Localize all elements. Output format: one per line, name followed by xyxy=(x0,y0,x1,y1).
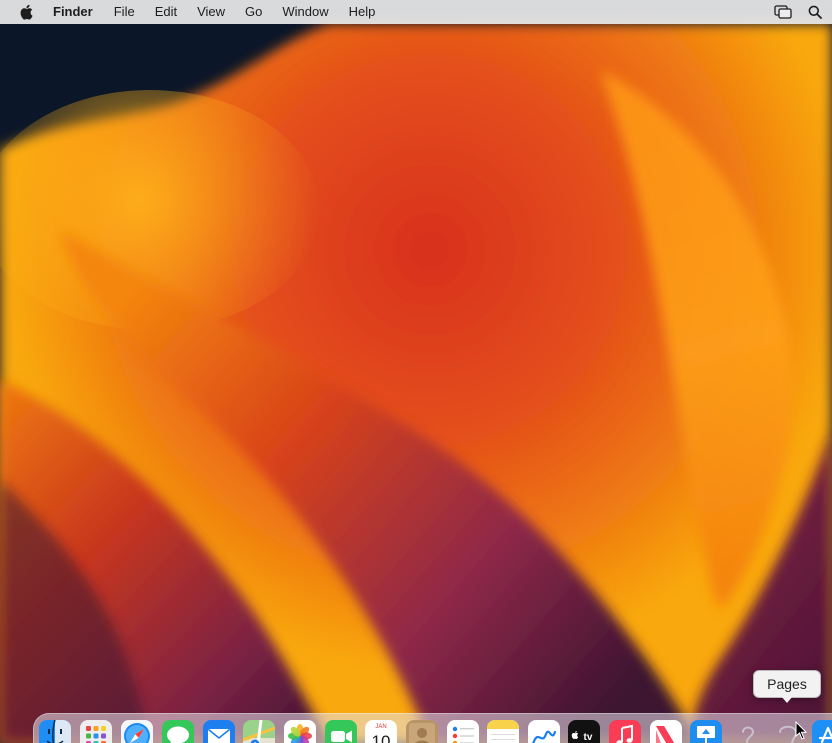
spotlight-search-icon[interactable] xyxy=(806,3,824,21)
menu-bar: Finder File Edit View Go Window Help xyxy=(0,0,832,24)
messages-icon[interactable] xyxy=(162,720,194,743)
menu-bar-left: Finder File Edit View Go Window Help xyxy=(0,0,385,24)
mouse-cursor-icon xyxy=(795,720,808,743)
notes-icon[interactable] xyxy=(487,720,519,743)
apple-tv-label: tv xyxy=(584,732,593,743)
app-store-icon[interactable] xyxy=(812,720,832,743)
desktop-screen: Finder File Edit View Go Window Help Pag… xyxy=(0,0,832,743)
menu-go[interactable]: Go xyxy=(235,0,272,24)
menu-bar-status xyxy=(774,0,832,24)
numbers-icon[interactable] xyxy=(731,720,763,743)
finder-icon[interactable] xyxy=(39,720,71,743)
screen-mirroring-icon[interactable] xyxy=(774,3,792,21)
apple-tv-icon[interactable]: tv xyxy=(568,720,600,743)
contacts-icon[interactable] xyxy=(406,720,438,743)
calendar-month: JAN xyxy=(375,724,386,730)
safari-icon[interactable] xyxy=(121,720,153,743)
launchpad-icon[interactable] xyxy=(80,720,112,743)
reminders-icon[interactable] xyxy=(447,720,479,743)
calendar-icon[interactable]: JAN 10 xyxy=(365,720,397,743)
menu-help[interactable]: Help xyxy=(339,0,386,24)
dock-tooltip: Pages xyxy=(753,670,821,698)
menu-edit[interactable]: Edit xyxy=(145,0,187,24)
menu-file[interactable]: File xyxy=(104,0,145,24)
freeform-icon[interactable] xyxy=(528,720,560,743)
photos-icon[interactable] xyxy=(284,720,316,743)
menu-view[interactable]: View xyxy=(187,0,235,24)
news-icon[interactable] xyxy=(650,720,682,743)
keynote-icon[interactable] xyxy=(690,720,722,743)
menu-app-name[interactable]: Finder xyxy=(53,0,104,24)
menu-window[interactable]: Window xyxy=(272,0,338,24)
apple-logo-icon[interactable] xyxy=(19,3,35,21)
dock-tooltip-arrow xyxy=(781,696,793,703)
calendar-day: 10 xyxy=(372,732,391,743)
music-icon[interactable] xyxy=(609,720,641,743)
desktop-wallpaper xyxy=(0,0,832,743)
maps-icon[interactable]: A xyxy=(243,720,275,743)
mail-icon[interactable] xyxy=(203,720,235,743)
facetime-icon[interactable] xyxy=(325,720,357,743)
